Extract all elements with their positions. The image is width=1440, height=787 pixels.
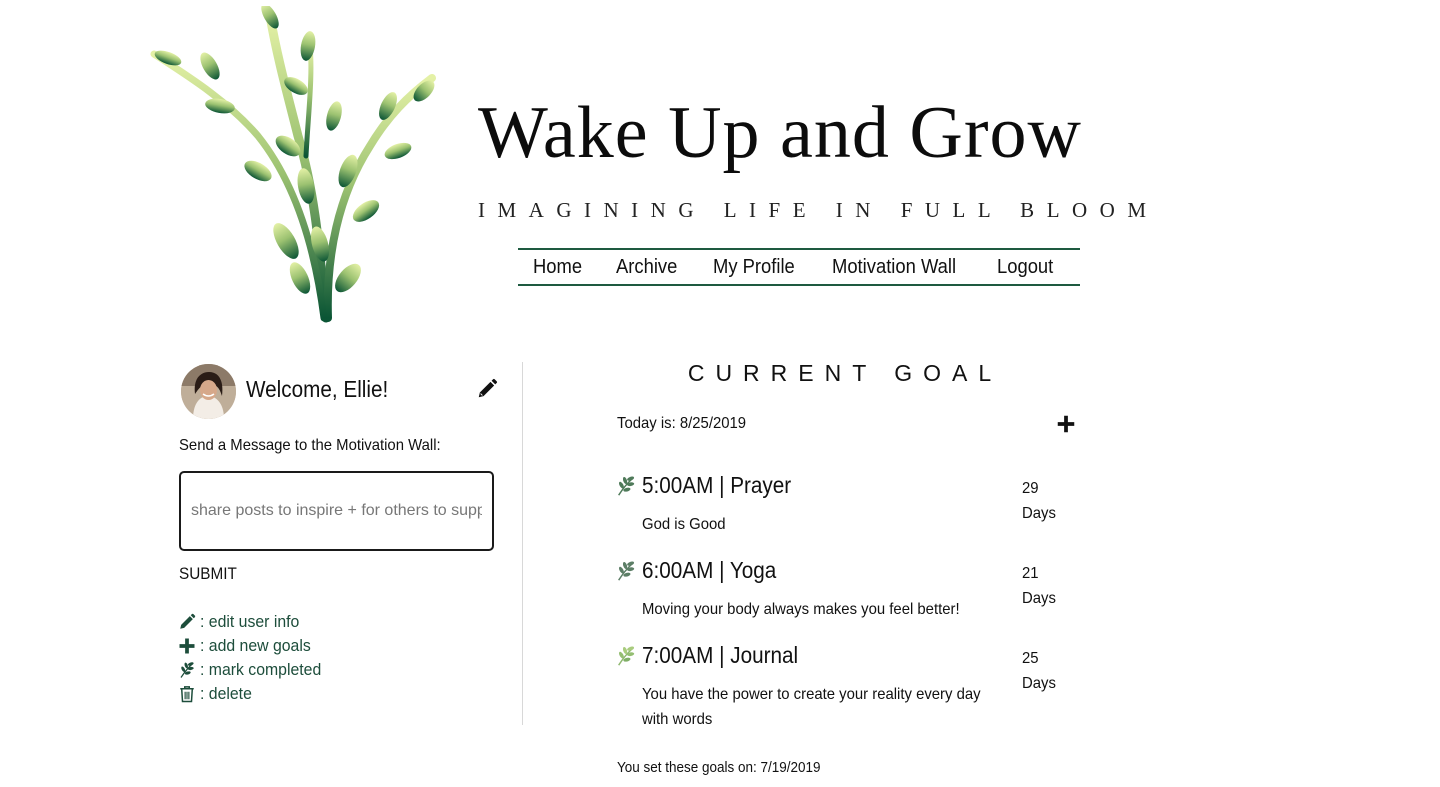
- legend-delete-label: : delete: [200, 684, 252, 703]
- legend-complete: : mark completed: [178, 658, 330, 682]
- sprig-icon: [180, 662, 194, 678]
- sprouting-plant-logo: [150, 6, 436, 323]
- column-divider: [522, 362, 523, 725]
- pencil-icon: [180, 613, 196, 629]
- goal-title: 7:00AM | Journal: [642, 642, 799, 668]
- sprig-icon[interactable]: [615, 474, 637, 498]
- nav-motivation-wall[interactable]: Motivation Wall: [832, 256, 956, 279]
- goal-days-count: 29: [1022, 480, 1039, 497]
- goal-days-label: Days: [1022, 590, 1056, 607]
- site-title: Wake Up and Grow: [478, 92, 1082, 174]
- sprig-icon[interactable]: [615, 644, 637, 668]
- goal-description: You have the power to create your realit…: [642, 686, 981, 728]
- main-nav: Home Archive My Profile Motivation Wall …: [518, 248, 1080, 286]
- nav-home[interactable]: Home: [533, 256, 582, 279]
- goal-days-count: 25: [1022, 650, 1039, 667]
- sprig-icon[interactable]: [615, 559, 637, 583]
- trash-icon: [180, 686, 194, 703]
- goal-days: 21 Days: [1022, 561, 1056, 611]
- legend-edit-label: : edit user info: [200, 612, 300, 631]
- legend-complete-label: : mark completed: [200, 660, 322, 679]
- nav-my-profile[interactable]: My Profile: [713, 256, 795, 279]
- goal-description: God is Good: [642, 516, 726, 533]
- nav-archive[interactable]: Archive: [616, 256, 677, 279]
- goal-title: 6:00AM | Yoga: [642, 557, 777, 583]
- pencil-icon[interactable]: [476, 378, 498, 400]
- current-goal-heading: CURRENT GOAL: [687, 360, 1003, 386]
- welcome-message: Welcome, Ellie!: [246, 376, 389, 402]
- avatar: [181, 364, 236, 419]
- goals-set-date: You set these goals on: 7/19/2019: [617, 760, 821, 776]
- legend-add-label: : add new goals: [200, 636, 311, 655]
- goal-days-label: Days: [1022, 505, 1056, 522]
- goal-days-count: 21: [1022, 565, 1039, 582]
- motivation-message-input[interactable]: [179, 471, 494, 551]
- today-date: Today is: 8/25/2019: [617, 415, 747, 432]
- icon-legend: : edit user info : add new goals : mark …: [178, 610, 330, 706]
- submit-button[interactable]: SUBMIT: [179, 564, 237, 584]
- legend-add: : add new goals: [178, 634, 330, 658]
- goal-days-label: Days: [1022, 675, 1056, 692]
- nav-logout[interactable]: Logout: [997, 256, 1053, 279]
- goal-description: Moving your body always makes you feel b…: [642, 601, 960, 618]
- goal-days: 25 Days: [1022, 646, 1056, 696]
- send-message-label: Send a Message to the Motivation Wall:: [179, 437, 441, 454]
- legend-delete: : delete: [178, 682, 330, 706]
- goal-days: 29 Days: [1022, 476, 1056, 526]
- site-tagline: IMAGINING LIFE IN FULL BLOOM: [478, 198, 1159, 222]
- add-goal-button[interactable]: [1057, 415, 1075, 433]
- plus-icon: [179, 638, 195, 654]
- legend-edit: : edit user info: [178, 610, 330, 634]
- goal-title: 5:00AM | Prayer: [642, 472, 792, 498]
